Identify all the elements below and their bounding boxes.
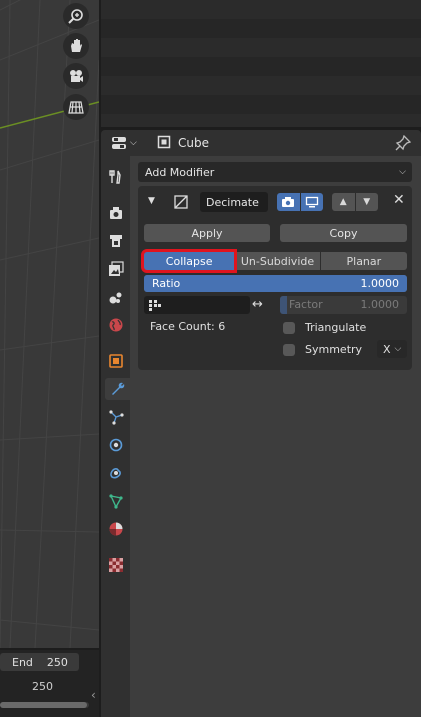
view-layer-icon[interactable] — [105, 258, 127, 280]
display-viewport-icon[interactable] — [301, 193, 324, 211]
symmetry-checkbox-box[interactable] — [283, 343, 295, 356]
triangulate-label: Triangulate — [305, 321, 367, 334]
ratio-value: 1.0000 — [360, 277, 400, 290]
mode-planar-label: Planar — [346, 254, 382, 268]
mode-collapse-button[interactable]: Collapse — [144, 252, 235, 270]
copy-button[interactable]: Copy — [280, 224, 407, 242]
particles-icon[interactable] — [105, 406, 127, 428]
factor-slider[interactable]: Factor 1.0000 — [280, 296, 407, 314]
properties-tabs — [101, 156, 130, 717]
tool-icon[interactable] — [105, 166, 127, 188]
modifier-name-field[interactable]: Decimate — [200, 192, 268, 212]
add-modifier-dropdown[interactable]: Add Modifier ⌵ — [138, 162, 412, 182]
triangulate-checkbox[interactable]: Triangulate — [283, 321, 366, 334]
chevron-down-icon: ⌵ — [394, 344, 402, 354]
outliner-row — [101, 95, 421, 114]
mode-collapse-label: Collapse — [165, 254, 213, 268]
ratio-label: Ratio — [152, 277, 181, 290]
outliner-row — [101, 114, 421, 127]
end-frame-label: End — [12, 655, 33, 669]
object-icon[interactable] — [105, 350, 127, 372]
mode-unsubdivide-label: Un-Subdivide — [240, 254, 315, 268]
pin-icon[interactable] — [395, 135, 411, 151]
copy-label: Copy — [329, 226, 358, 240]
triangulate-checkbox-box[interactable] — [283, 321, 295, 334]
properties-body: Add Modifier ⌵ ▼ Decimate ▲ ▼ ✕ Apply Co… — [130, 156, 421, 717]
material-icon[interactable] — [105, 518, 127, 540]
object-square-icon — [157, 135, 171, 149]
apply-button[interactable]: Apply — [144, 224, 270, 242]
ratio-slider[interactable]: Ratio 1.0000 — [144, 275, 407, 292]
chevron-down-icon: ⌵ — [130, 138, 137, 148]
modifier-wrench-icon[interactable] — [105, 378, 130, 400]
add-modifier-label: Add Modifier — [145, 165, 215, 179]
decimate-mode-selector: Collapse Un-Subdivide Planar — [144, 252, 408, 270]
chevron-down-icon: ⌵ — [399, 167, 406, 177]
mode-planar-button[interactable]: Planar — [319, 252, 408, 270]
move-down-icon[interactable]: ▼ — [356, 193, 379, 211]
timeline-panel[interactable]: End 250 250 ‹ — [0, 650, 99, 717]
properties-header: ⌵ Cube — [101, 130, 421, 156]
decimate-modifier-panel: ▼ Decimate ▲ ▼ ✕ Apply Copy Collapse Un-… — [138, 186, 412, 370]
end-frame-field[interactable]: End 250 — [0, 653, 79, 671]
symmetry-axis-value: X — [383, 342, 391, 356]
3d-viewport[interactable] — [0, 0, 99, 648]
invert-arrows-icon[interactable]: ↔ — [252, 297, 263, 312]
render-camera-icon[interactable] — [277, 193, 301, 211]
move-up-icon[interactable]: ▲ — [332, 193, 356, 211]
timeline-scrollbar[interactable] — [0, 702, 89, 708]
properties-editor-icon — [112, 137, 126, 149]
world-icon[interactable] — [105, 314, 127, 336]
editor-type-dropdown[interactable]: ⌵ — [111, 134, 141, 152]
outliner-row — [101, 0, 421, 19]
panel-collapse-arrow-icon[interactable]: ▼ — [148, 196, 155, 206]
zoom-icon[interactable] — [63, 3, 89, 29]
scene-icon[interactable] — [105, 286, 127, 308]
visibility-toggles — [277, 193, 323, 211]
camera-view-icon[interactable] — [63, 63, 89, 89]
mode-unsubdivide-button[interactable]: Un-Subdivide — [234, 252, 320, 270]
close-icon[interactable]: ✕ — [393, 192, 405, 208]
face-count-text: Face Count: 6 — [150, 320, 226, 333]
symmetry-checkbox[interactable]: Symmetry — [283, 343, 362, 356]
end-frame-value: 250 — [46, 655, 68, 669]
texture-icon[interactable] — [105, 554, 127, 576]
outliner-row — [101, 76, 421, 95]
perspective-grid-icon[interactable] — [63, 94, 89, 120]
object-name: Cube — [178, 136, 209, 150]
symmetry-axis-dropdown[interactable]: X ⌵ — [377, 340, 407, 358]
vertex-group-icon — [149, 300, 161, 311]
factor-label: Factor — [289, 298, 323, 311]
constraints-icon[interactable] — [105, 462, 127, 484]
symmetry-label: Symmetry — [305, 343, 363, 356]
collapse-region-arrow-icon[interactable]: ‹ — [91, 688, 96, 702]
outliner-panel[interactable] — [101, 0, 421, 127]
apply-label: Apply — [191, 226, 223, 240]
outliner-row — [101, 57, 421, 76]
physics-icon[interactable] — [105, 434, 127, 456]
reorder-buttons: ▲ ▼ — [332, 193, 378, 211]
outliner-row — [101, 19, 421, 38]
frame-marker-label: 250 — [32, 680, 53, 693]
object-data-icon[interactable] — [105, 490, 127, 512]
render-icon[interactable] — [105, 202, 127, 224]
hand-pan-icon[interactable] — [63, 33, 89, 59]
vertex-group-field[interactable] — [144, 296, 250, 314]
decimate-icon — [173, 194, 189, 210]
scrollbar-thumb[interactable] — [0, 702, 87, 708]
output-icon[interactable] — [105, 230, 127, 252]
factor-slider-fill — [280, 296, 287, 314]
modifier-name: Decimate — [206, 195, 259, 209]
factor-value: 1.0000 — [360, 298, 400, 311]
outliner-row — [101, 38, 421, 57]
